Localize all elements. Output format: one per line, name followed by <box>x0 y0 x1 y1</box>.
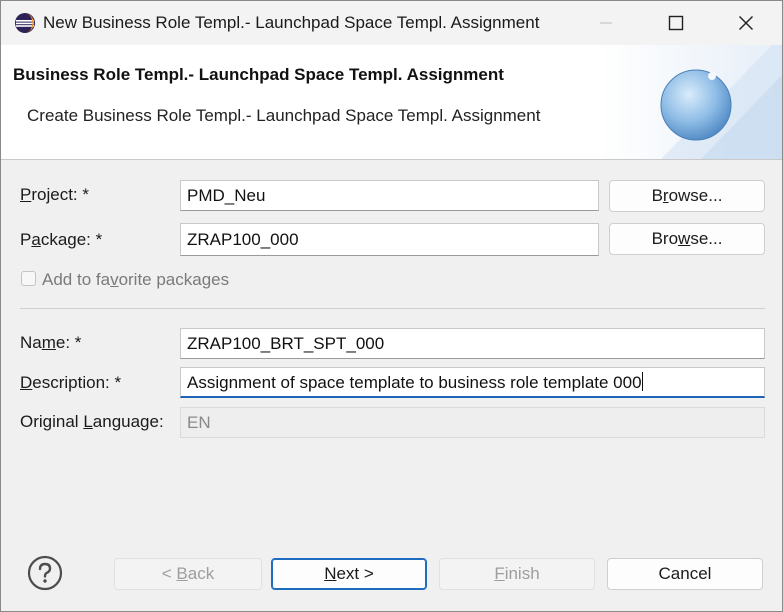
name-field[interactable]: ZRAP100_BRT_SPT_000 <box>180 328 765 359</box>
minimize-button[interactable] <box>571 1 641 45</box>
description-field[interactable]: Assignment of space template to business… <box>180 367 765 398</box>
close-icon <box>739 16 753 30</box>
project-label: Project: * <box>20 185 89 204</box>
browse-package-button[interactable]: Browse... <box>609 223 765 255</box>
wizard-dialog: New Business Role Templ.- Launchpad Spac… <box>0 0 783 612</box>
browse-project-button[interactable]: Browse... <box>609 180 765 212</box>
close-button[interactable] <box>711 1 781 45</box>
original-language-field: EN <box>180 407 765 438</box>
cancel-button[interactable]: Cancel <box>607 558 763 590</box>
text-cursor <box>641 372 643 391</box>
window-title: New Business Role Templ.- Launchpad Spac… <box>43 13 540 32</box>
project-field[interactable]: PMD_Neu <box>180 180 599 211</box>
favorite-label: Add to favorite packages <box>42 270 230 289</box>
page-description: Create Business Role Templ.- Launchpad S… <box>27 106 541 125</box>
favorite-checkbox[interactable] <box>21 271 36 286</box>
maximize-icon <box>668 15 684 31</box>
original-language-label: Original Language: <box>20 412 164 431</box>
eclipse-icon <box>14 12 36 34</box>
next-button[interactable]: Next > <box>271 558 427 590</box>
separator <box>20 308 765 309</box>
wizard-header: Business Role Templ.- Launchpad Space Te… <box>1 45 782 160</box>
page-title: Business Role Templ.- Launchpad Space Te… <box>13 65 504 84</box>
name-label: Name: * <box>20 333 82 352</box>
help-icon[interactable] <box>27 555 63 591</box>
package-label: Package: * <box>20 230 103 249</box>
package-field[interactable]: ZRAP100_000 <box>180 223 599 256</box>
maximize-button[interactable] <box>641 1 711 45</box>
title-bar: New Business Role Templ.- Launchpad Spac… <box>1 1 782 45</box>
minimize-icon <box>600 22 612 24</box>
finish-button[interactable]: Finish <box>439 558 595 590</box>
wizard-banner-sphere-icon <box>601 45 782 159</box>
back-button[interactable]: < Back <box>114 558 262 590</box>
description-label: Description: * <box>20 373 122 392</box>
